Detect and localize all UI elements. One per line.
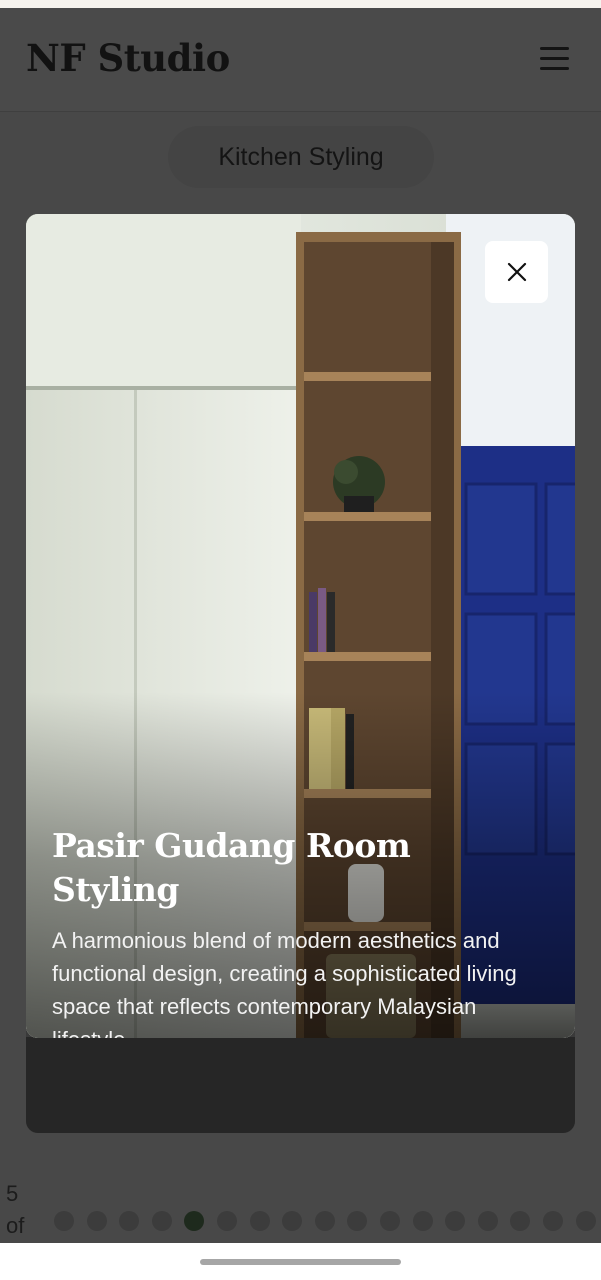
pagination-dot[interactable] bbox=[250, 1211, 270, 1231]
pagination-dot[interactable] bbox=[576, 1211, 596, 1231]
project-title: Pasir Gudang Room Styling bbox=[52, 826, 411, 909]
pagination-dot[interactable] bbox=[478, 1211, 498, 1231]
pagination-dot[interactable] bbox=[119, 1211, 139, 1231]
slide-counter: 5 of bbox=[6, 1178, 24, 1242]
slide-counter-current: 5 bbox=[6, 1181, 19, 1206]
system-navigation-bar bbox=[0, 1243, 601, 1280]
pagination-dot[interactable] bbox=[282, 1211, 302, 1231]
pagination-dot[interactable] bbox=[413, 1211, 433, 1231]
pagination-dot[interactable] bbox=[184, 1211, 204, 1231]
pagination-dot[interactable] bbox=[445, 1211, 465, 1231]
project-caption: Pasir Gudang Room Styling A harmonious b… bbox=[52, 824, 532, 1038]
home-indicator[interactable] bbox=[200, 1259, 401, 1265]
status-bar bbox=[0, 0, 601, 8]
category-pill[interactable]: Kitchen Styling bbox=[168, 126, 434, 188]
pagination-dot[interactable] bbox=[87, 1211, 107, 1231]
pagination-dots bbox=[54, 1211, 601, 1233]
close-icon bbox=[507, 262, 527, 282]
slide-counter-of: of bbox=[6, 1213, 25, 1238]
pagination-dot[interactable] bbox=[380, 1211, 400, 1231]
hamburger-menu-icon[interactable] bbox=[532, 44, 572, 76]
pagination-dot[interactable] bbox=[347, 1211, 367, 1231]
project-modal: Pasir Gudang Room Styling A harmonious b… bbox=[26, 214, 575, 1038]
pagination-dot[interactable] bbox=[54, 1211, 74, 1231]
site-header: NF Studio bbox=[0, 8, 601, 112]
project-description: A harmonious blend of modern aesthetics … bbox=[52, 928, 517, 1038]
pagination-dot[interactable] bbox=[315, 1211, 335, 1231]
pagination-dot[interactable] bbox=[152, 1211, 172, 1231]
pagination-dot[interactable] bbox=[543, 1211, 563, 1231]
pagination-dot[interactable] bbox=[217, 1211, 237, 1231]
close-button[interactable] bbox=[485, 241, 548, 303]
gallery-card-footer bbox=[26, 1037, 575, 1133]
site-logo[interactable]: NF Studio bbox=[26, 36, 230, 80]
pagination-dot[interactable] bbox=[510, 1211, 530, 1231]
